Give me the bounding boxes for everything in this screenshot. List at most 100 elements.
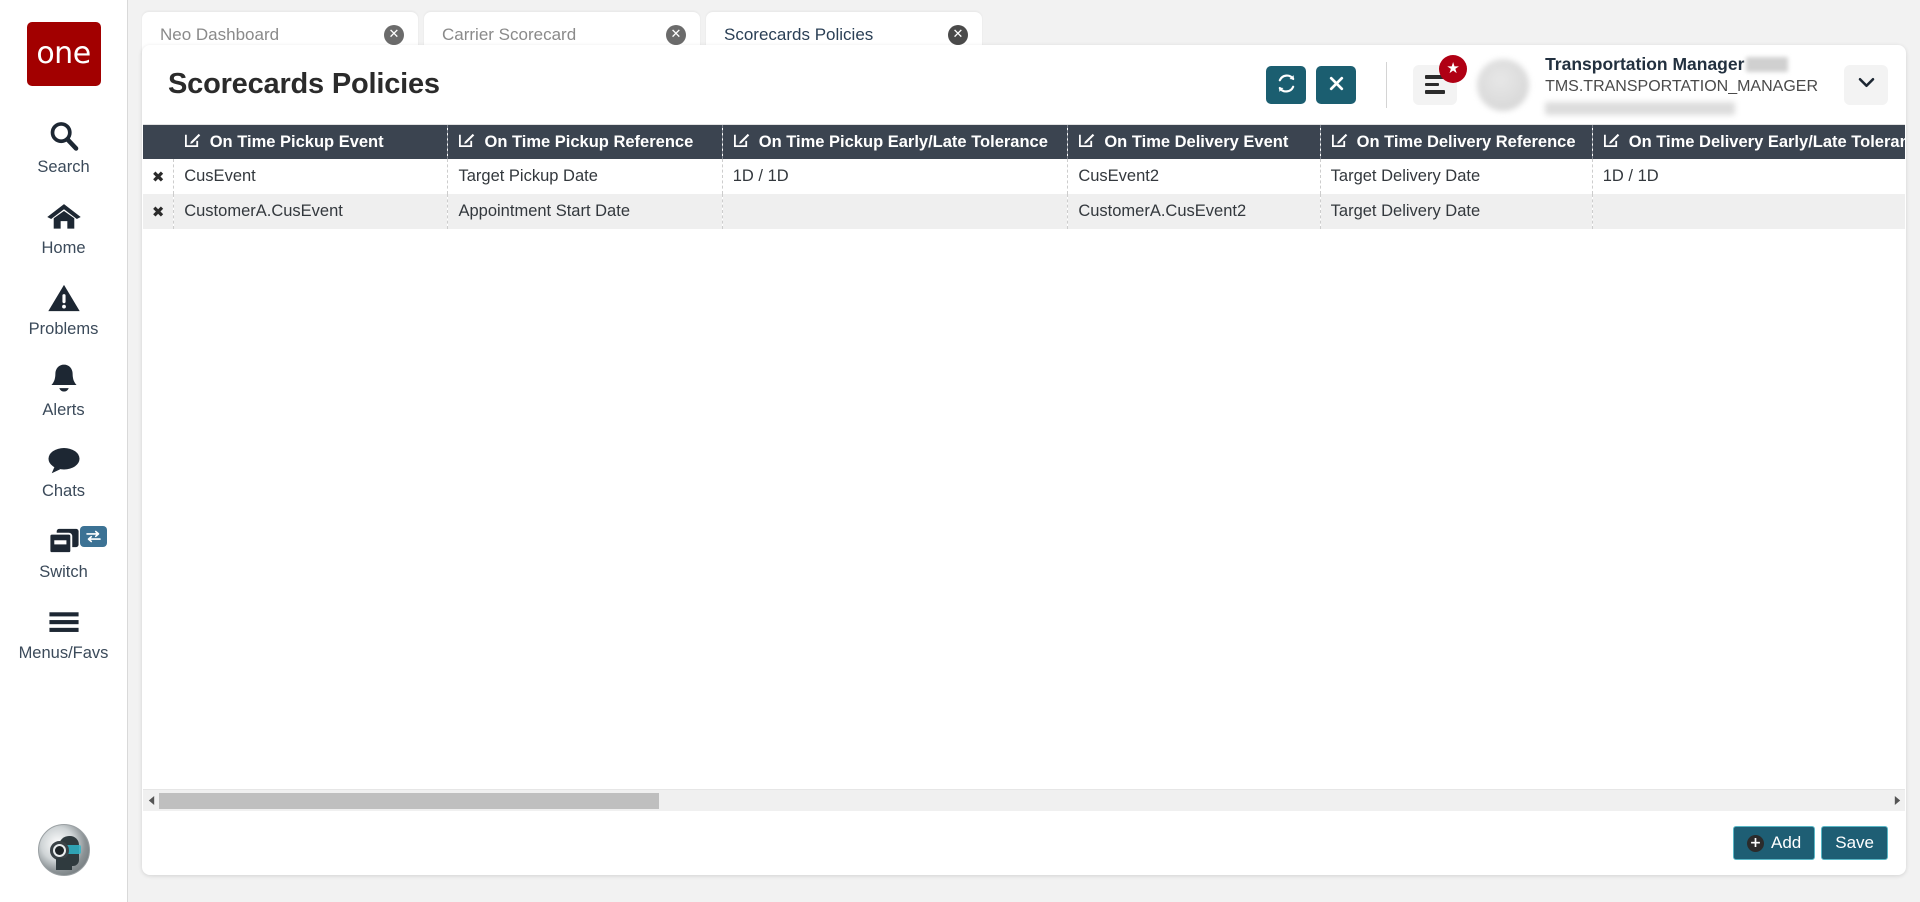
scrollbar-thumb[interactable]: [159, 792, 659, 809]
edit-pencil-icon: [1603, 131, 1620, 153]
table-row[interactable]: ✖ CustomerA.CusEvent Appointment Start D…: [143, 194, 1905, 229]
col-header-label: On Time Pickup Early/Late Tolerance: [758, 132, 1048, 151]
cell-on-time-delivery-event[interactable]: CusEvent2: [1067, 159, 1321, 194]
cell-on-time-delivery-reference[interactable]: Target Delivery Date: [1320, 194, 1593, 229]
hamburger-icon: [47, 604, 81, 640]
cell-on-time-pickup-reference[interactable]: Appointment Start Date: [447, 194, 723, 229]
warning-triangle-icon: [47, 280, 81, 316]
sidebar-item-problems[interactable]: Problems: [0, 268, 127, 349]
user-text-block: Transportation Manager TMS.TRANSPORTATIO…: [1545, 54, 1818, 116]
sidebar-item-menus-favs[interactable]: Menus/Favs: [0, 592, 127, 673]
content-card: Scorecards Policies ★ Transportation Man…: [142, 45, 1906, 875]
logo-text: one: [36, 36, 91, 71]
sidebar-item-search[interactable]: Search: [0, 106, 127, 187]
sidebar-item-label: Problems: [28, 320, 99, 338]
table-head: On Time Pickup Event On Time Pickup Refe…: [143, 125, 1905, 159]
cell-on-time-delivery-tolerance[interactable]: 1D / 1D: [1592, 159, 1905, 194]
col-header-label: On Time Pickup Event: [209, 132, 384, 151]
sidebar-item-label: Search: [37, 158, 90, 176]
star-icon: ★: [1439, 54, 1468, 83]
delete-row-icon[interactable]: ✖: [143, 159, 175, 194]
page-header: Scorecards Policies ★ Transportation Man…: [142, 45, 1906, 124]
ai-assistant-avatar-icon: [37, 824, 90, 876]
avatar-lens-inner-shape: [54, 846, 64, 855]
policies-table: On Time Pickup Event On Time Pickup Refe…: [143, 125, 1905, 229]
grid-region: On Time Pickup Event On Time Pickup Refe…: [142, 124, 1906, 875]
plus-circle-icon: +: [1747, 834, 1764, 852]
chevron-down-icon: [1857, 76, 1876, 94]
cell-on-time-delivery-event[interactable]: CustomerA.CusEvent2: [1067, 194, 1321, 229]
edit-pencil-icon: [184, 131, 201, 153]
home-icon: [46, 199, 82, 235]
avatar: [1477, 58, 1530, 111]
sidebar-item-alerts[interactable]: Alerts: [0, 349, 127, 430]
delete-row-icon[interactable]: ✖: [143, 194, 175, 229]
col-header-on-time-delivery-tolerance[interactable]: On Time Delivery Early/Late Tolerance: [1592, 125, 1905, 159]
refresh-button[interactable]: [1266, 65, 1307, 104]
edit-pencil-icon: [733, 131, 750, 153]
sidebar-item-home[interactable]: Home: [0, 187, 127, 268]
sidebar-item-label: Home: [41, 239, 86, 257]
list-menu-button[interactable]: ★: [1413, 54, 1468, 105]
cell-on-time-delivery-reference[interactable]: Target Delivery Date: [1320, 159, 1593, 194]
col-header-on-time-pickup-event[interactable]: On Time Pickup Event: [173, 125, 449, 159]
header-actions: ★ Transportation Manager TMS.TRANSPORTAT…: [1256, 54, 1888, 116]
table-header-row: On Time Pickup Event On Time Pickup Refe…: [143, 125, 1905, 159]
cell-on-time-pickup-reference[interactable]: Target Pickup Date: [447, 159, 723, 194]
edit-pencil-icon: [1331, 131, 1348, 153]
menu-bar-2: [1425, 82, 1440, 87]
user-menu-toggle[interactable]: [1844, 64, 1888, 105]
logo-tile: one: [26, 22, 101, 86]
user-role: TMS.TRANSPORTATION_MANAGER: [1545, 78, 1818, 96]
add-button-label: Add: [1771, 833, 1802, 852]
row-action-header: [143, 125, 174, 159]
table-body: ✖ CusEvent Target Pickup Date 1D / 1D Cu…: [143, 159, 1905, 229]
left-sidebar: one Search Home Problems Alerts Chats Sw…: [0, 0, 128, 902]
swap-arrows-icon[interactable]: [80, 526, 107, 547]
cell-on-time-pickup-tolerance[interactable]: [722, 194, 1069, 229]
col-header-on-time-pickup-reference[interactable]: On Time Pickup Reference: [447, 125, 723, 159]
col-header-label: On Time Delivery Early/Late Tolerance: [1628, 132, 1905, 151]
user-profile[interactable]: Transportation Manager TMS.TRANSPORTATIO…: [1477, 54, 1818, 116]
close-icon[interactable]: ✕: [384, 24, 404, 45]
col-header-label: On Time Delivery Reference: [1356, 132, 1576, 151]
save-button-label: Save: [1835, 833, 1874, 852]
sidebar-item-label: Switch: [39, 563, 88, 581]
add-button[interactable]: + Add: [1733, 826, 1816, 860]
cell-on-time-pickup-event[interactable]: CusEvent: [173, 159, 449, 194]
avatar-neck-shape: [55, 858, 72, 870]
close-icon[interactable]: ✕: [948, 24, 968, 45]
grid-scroller[interactable]: On Time Pickup Event On Time Pickup Refe…: [143, 125, 1905, 789]
horizontal-scrollbar[interactable]: [143, 789, 1905, 811]
cell-on-time-delivery-tolerance[interactable]: [1592, 194, 1905, 229]
chat-bubble-icon: [46, 442, 82, 478]
bell-icon: [48, 361, 80, 397]
sidebar-item-switch[interactable]: Switch: [0, 511, 127, 592]
close-button[interactable]: [1316, 65, 1357, 104]
col-header-on-time-delivery-reference[interactable]: On Time Delivery Reference: [1320, 125, 1593, 159]
close-icon[interactable]: ✕: [666, 24, 686, 45]
main-area: Neo Dashboard ✕ Carrier Scorecard ✕ Scor…: [128, 0, 1920, 902]
scroll-left-arrow-icon[interactable]: [143, 790, 159, 812]
scrollbar-track[interactable]: [159, 790, 1889, 812]
cell-on-time-pickup-tolerance[interactable]: 1D / 1D: [722, 159, 1069, 194]
refresh-icon: [1276, 73, 1297, 97]
scroll-right-arrow-icon[interactable]: [1889, 790, 1905, 812]
search-icon: [47, 118, 81, 154]
ai-assistant-button[interactable]: [0, 824, 127, 876]
windows-stack-icon: [47, 523, 81, 559]
col-header-label: On Time Delivery Event: [1104, 132, 1289, 151]
table-row[interactable]: ✖ CusEvent Target Pickup Date 1D / 1D Cu…: [143, 159, 1905, 194]
col-header-on-time-pickup-tolerance[interactable]: On Time Pickup Early/Late Tolerance: [722, 125, 1069, 159]
sidebar-nav: Search Home Problems Alerts Chats Switch…: [0, 106, 127, 673]
sidebar-item-chats[interactable]: Chats: [0, 430, 127, 511]
edit-pencil-icon: [1078, 131, 1095, 153]
cell-on-time-pickup-event[interactable]: CustomerA.CusEvent: [173, 194, 449, 229]
col-header-label: On Time Pickup Reference: [484, 132, 694, 151]
col-header-on-time-delivery-event[interactable]: On Time Delivery Event: [1067, 125, 1321, 159]
sidebar-item-label: Chats: [41, 482, 86, 500]
save-button[interactable]: Save: [1821, 826, 1888, 860]
application-window: one Search Home Problems Alerts Chats Sw…: [0, 0, 1920, 902]
brand-logo[interactable]: one: [0, 0, 127, 86]
tab-label: Carrier Scorecard: [442, 24, 577, 44]
